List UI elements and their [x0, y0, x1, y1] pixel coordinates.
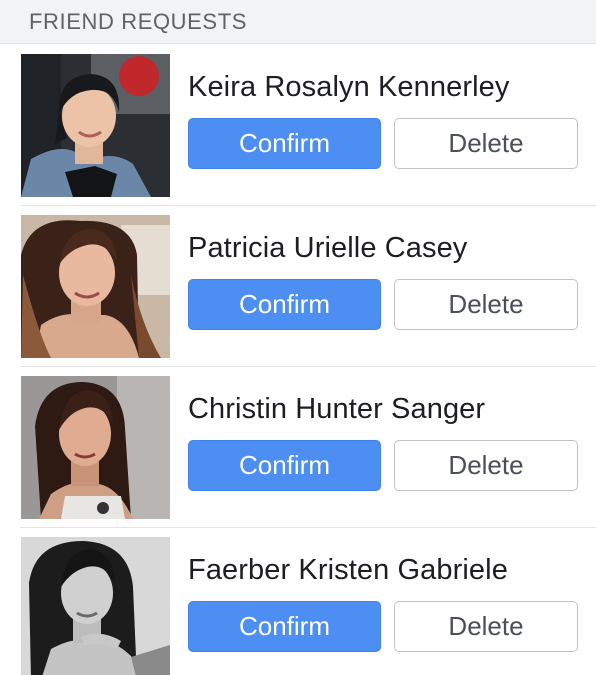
profile-photo-image: [21, 215, 170, 358]
confirm-button[interactable]: Confirm: [188, 279, 381, 330]
profile-photo[interactable]: [21, 215, 170, 358]
friend-request-item: Christin Hunter Sanger Confirm Delete: [0, 367, 596, 528]
friend-requests-screen: FRIEND REQUESTS Keira Rosalyn Kennerley …: [0, 0, 596, 675]
confirm-button[interactable]: Confirm: [188, 118, 381, 169]
section-title: FRIEND REQUESTS: [29, 8, 248, 34]
confirm-button[interactable]: Confirm: [188, 440, 381, 491]
profile-photo[interactable]: [21, 537, 170, 675]
friend-request-item: Faerber Kristen Gabriele Confirm Delete: [0, 528, 596, 675]
delete-button[interactable]: Delete: [394, 601, 578, 652]
profile-photo[interactable]: [21, 54, 170, 197]
requester-name[interactable]: Faerber Kristen Gabriele: [188, 554, 508, 587]
confirm-button[interactable]: Confirm: [188, 601, 381, 652]
delete-button[interactable]: Delete: [394, 279, 578, 330]
profile-photo-image: [21, 376, 170, 519]
delete-button[interactable]: Delete: [394, 118, 578, 169]
profile-photo[interactable]: [21, 376, 170, 519]
friend-request-item: Patricia Urielle Casey Confirm Delete: [0, 206, 596, 367]
delete-button[interactable]: Delete: [394, 440, 578, 491]
requester-name[interactable]: Christin Hunter Sanger: [188, 393, 485, 426]
profile-photo-image: [21, 537, 170, 675]
requester-name[interactable]: Keira Rosalyn Kennerley: [188, 71, 509, 104]
requester-name[interactable]: Patricia Urielle Casey: [188, 232, 467, 265]
friend-request-item: Keira Rosalyn Kennerley Confirm Delete: [0, 45, 596, 206]
profile-photo-image: [21, 54, 170, 197]
section-header: FRIEND REQUESTS: [0, 0, 596, 44]
